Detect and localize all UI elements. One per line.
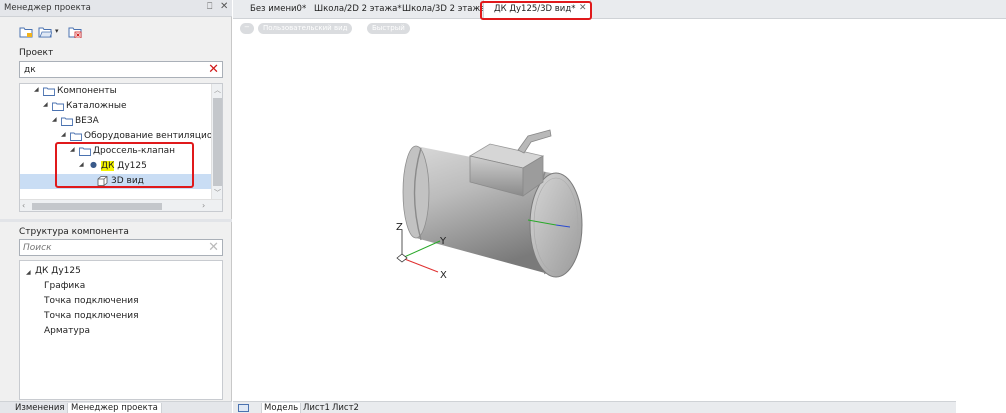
- tab-untitled[interactable]: Без имени0*: [250, 4, 306, 14]
- tree-item-veza[interactable]: ◢ ВЕЗА: [20, 114, 211, 129]
- pin-icon[interactable]: ⎕: [207, 2, 212, 12]
- x-axis-label: X: [440, 270, 447, 281]
- x-axis: [401, 257, 439, 273]
- y-axis-label: Y: [439, 236, 447, 247]
- scroll-up-icon[interactable]: ︿: [214, 85, 221, 95]
- scroll-down-icon[interactable]: ﹀: [214, 188, 221, 198]
- folder-icon: [52, 102, 64, 111]
- clear-filter-icon[interactable]: ✕: [208, 62, 219, 77]
- 3d-viewport[interactable]: Z Y X: [233, 36, 1006, 401]
- structure-root[interactable]: ДК Ду125: [35, 266, 81, 276]
- panel-splitter[interactable]: [0, 219, 232, 222]
- tab-sheet1[interactable]: Лист1: [301, 403, 332, 413]
- folder-icon: [70, 132, 82, 141]
- new-project-icon[interactable]: [19, 25, 33, 38]
- project-manager-panel: Менеджер проекта ⎕ ✕ ▾ Проект дк ✕ ◢ Ком…: [0, 0, 232, 413]
- highlight-box: [55, 142, 194, 188]
- expand-icon[interactable]: ◢: [34, 86, 39, 93]
- tree-item-label: Оборудование вентиляционно: [84, 131, 223, 141]
- tab-school-2d[interactable]: Школа/2D 2 этажа*: [314, 4, 402, 14]
- tab-school-3d[interactable]: Школа/3D 2 этажа*: [402, 4, 490, 14]
- z-axis-label: Z: [396, 222, 403, 233]
- structure-search-field[interactable]: ✕: [19, 239, 223, 256]
- structure-search-input[interactable]: [23, 242, 193, 254]
- tree-horizontal-scrollbar[interactable]: ‹ ›: [20, 199, 222, 211]
- delete-project-icon[interactable]: [68, 25, 82, 38]
- structure-item-graphics[interactable]: Графика: [44, 281, 85, 291]
- close-icon[interactable]: ✕: [220, 1, 228, 12]
- folder-icon: [61, 117, 73, 126]
- tab-model[interactable]: Модель: [261, 403, 302, 413]
- layout-tabbar: Модель Лист1 Лист2: [233, 401, 1006, 413]
- clear-search-icon[interactable]: ✕: [208, 240, 219, 255]
- tree-item-label: Каталожные: [66, 101, 127, 111]
- project-filter-value[interactable]: дк: [24, 65, 36, 75]
- scrollbar-thumb[interactable]: [32, 203, 162, 210]
- expand-icon[interactable]: ◢: [61, 131, 66, 138]
- project-label: Проект: [19, 48, 54, 58]
- expand-icon[interactable]: ◢: [26, 269, 31, 276]
- scrollbar-thumb[interactable]: [213, 98, 222, 186]
- tree-item-components[interactable]: ◢ Компоненты: [20, 84, 211, 99]
- layout-icon[interactable]: [238, 404, 249, 412]
- lever-handle: [517, 129, 552, 154]
- scroll-right-icon[interactable]: ›: [202, 201, 205, 210]
- expand-icon[interactable]: ◢: [43, 101, 48, 108]
- left-panel-tabs: Изменения Менеджер проекта: [0, 401, 232, 413]
- background: [956, 401, 1006, 413]
- tab-sheet2[interactable]: Лист2: [330, 403, 361, 413]
- tree-item-label: Компоненты: [57, 86, 117, 96]
- tab-project-manager[interactable]: Менеджер проекта: [67, 403, 162, 413]
- scroll-left-icon[interactable]: ‹: [22, 201, 25, 210]
- tree-item-label: ВЕЗА: [75, 116, 99, 126]
- open-folder-icon[interactable]: [38, 25, 52, 38]
- y-axis: [401, 240, 441, 259]
- highlight-box: [480, 1, 592, 20]
- panel-titlebar: Менеджер проекта ⎕ ✕: [0, 0, 232, 17]
- tree-item-catalog[interactable]: ◢ Каталожные: [20, 99, 211, 114]
- expand-icon[interactable]: ◢: [52, 116, 57, 123]
- folder-icon: [43, 87, 55, 96]
- damper-3d-model[interactable]: Z Y X: [378, 106, 618, 291]
- panel-title: Менеджер проекта: [4, 3, 91, 13]
- cylinder-back-end: [402, 145, 430, 239]
- view-mode-button[interactable]: Пользовательский вид: [258, 23, 353, 34]
- ucs-origin-icon: [396, 253, 408, 263]
- structure-item-connection-point[interactable]: Точка подключения: [44, 311, 139, 321]
- component-structure-label: Структура компонента: [19, 227, 129, 237]
- tab-changes[interactable]: Изменения: [12, 403, 68, 413]
- structure-item-armature[interactable]: Арматура: [44, 326, 90, 336]
- view-minus-button[interactable]: −: [240, 23, 254, 34]
- structure-item-connection-point[interactable]: Точка подключения: [44, 296, 139, 306]
- component-structure-tree[interactable]: ◢ ДК Ду125 Графика Точка подключения Точ…: [19, 260, 223, 400]
- dropdown-arrow-icon[interactable]: ▾: [55, 27, 59, 35]
- visual-style-button[interactable]: Быстрый: [367, 23, 410, 34]
- tree-vertical-scrollbar[interactable]: ︿ ﹀: [211, 84, 222, 199]
- project-filter-field[interactable]: дк ✕: [19, 61, 223, 78]
- document-tabbar: Без имени0* Школа/2D 2 этажа* Школа/3D 2…: [233, 0, 1006, 19]
